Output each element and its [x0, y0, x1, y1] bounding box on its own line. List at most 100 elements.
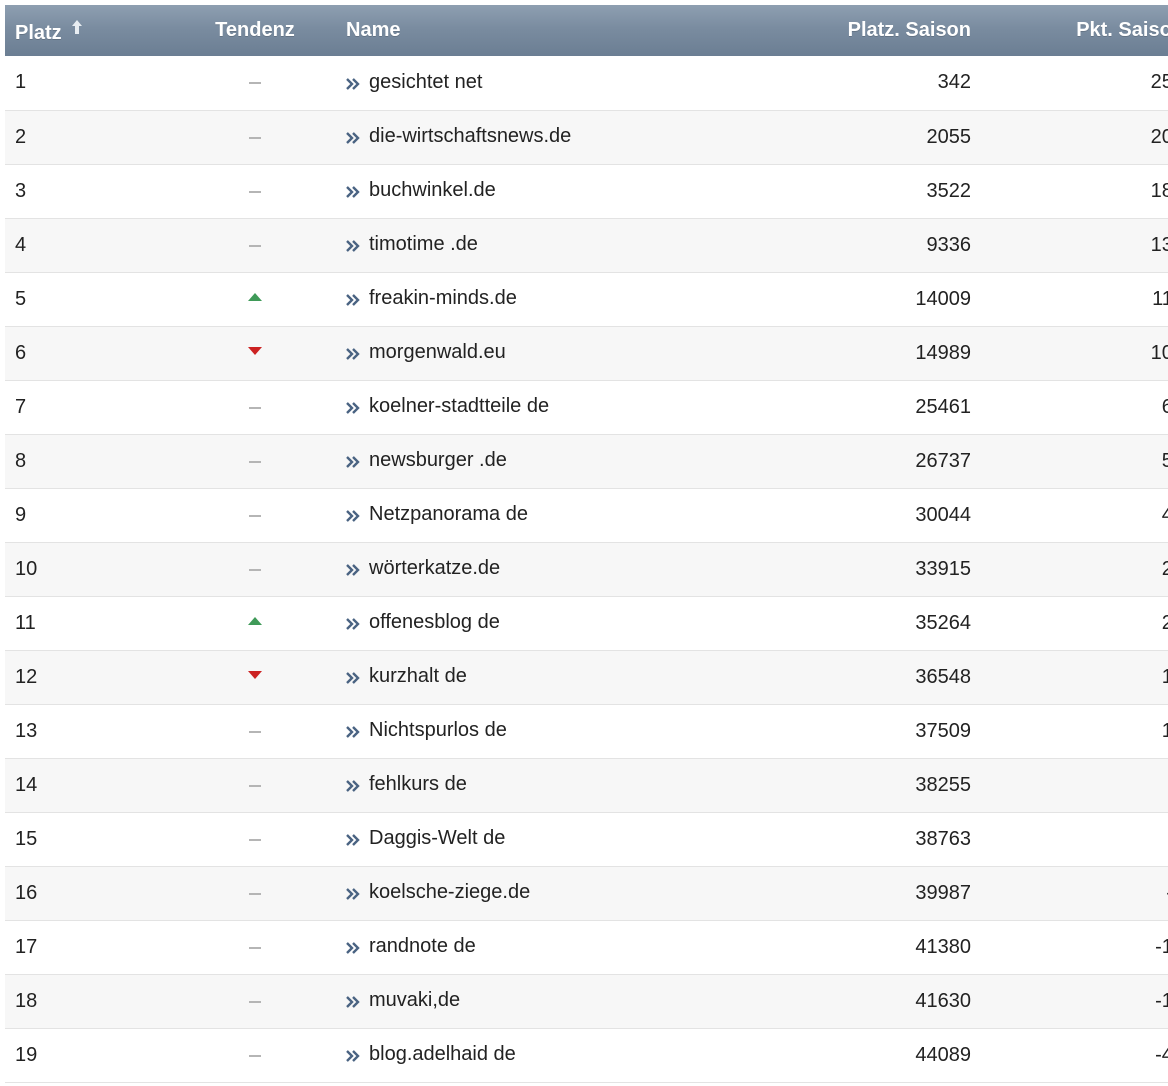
cell-points: 207 — [1150, 125, 1168, 148]
site-name: wörterkatze.de — [369, 556, 501, 579]
cell-platz: 9 — [15, 503, 27, 526]
table-row: 10 wörterkatze.de 33915 27 — [5, 542, 1168, 596]
trend-up-icon — [248, 292, 262, 301]
table-row: 18 muvaki,de 41630 -17 — [5, 974, 1168, 1028]
cell-platz: 2 — [15, 125, 27, 148]
cell-platz: 5 — [15, 287, 27, 310]
site-name: koelner-stadtteile de — [369, 394, 550, 417]
cell-tendenz — [170, 164, 340, 218]
site-link[interactable]: timotime .de — [346, 233, 478, 256]
cell-tendenz — [170, 380, 340, 434]
trend-up-icon — [248, 616, 262, 625]
trend-neutral-icon — [249, 190, 261, 193]
double-chevron-right-icon — [346, 1050, 360, 1063]
cell-platz: 7 — [15, 395, 27, 418]
double-chevron-right-icon — [346, 618, 360, 631]
site-link[interactable]: fehlkurs de — [346, 773, 467, 796]
site-link[interactable]: Netzpanorama de — [346, 503, 528, 526]
column-header-season-rank[interactable]: Platz. Saison — [761, 5, 977, 56]
cell-tendenz — [170, 866, 340, 920]
cell-platz: 16 — [15, 881, 38, 904]
site-link[interactable]: kurzhalt de — [346, 665, 467, 688]
site-name: muvaki,de — [369, 988, 461, 1011]
column-header-tendenz[interactable]: Tendenz — [170, 5, 340, 56]
table-row: 1 gesichtet net 342 258 — [5, 56, 1168, 110]
trend-neutral-icon — [249, 244, 261, 247]
cell-points: 61 — [1161, 395, 1168, 418]
cell-season-rank: 342 — [937, 71, 971, 94]
double-chevron-right-icon — [346, 456, 360, 469]
header-row: Platz Tendenz Name Platz. Saison Pkt. Sa… — [5, 5, 1168, 56]
site-name: Nichtspurlos de — [369, 718, 507, 741]
cell-platz: 11 — [15, 611, 36, 634]
double-chevron-right-icon — [346, 240, 360, 253]
site-link[interactable]: freakin-minds.de — [346, 287, 517, 310]
cell-name: buchwinkel.de — [340, 164, 761, 218]
site-link[interactable]: offenesblog de — [346, 611, 500, 634]
cell-season-rank: 3522 — [926, 179, 972, 202]
double-chevron-right-icon — [346, 510, 360, 523]
table-row: 12 kurzhalt de 36548 15 — [5, 650, 1168, 704]
column-header-points[interactable]: Pkt. Saison — [977, 5, 1168, 56]
double-chevron-right-icon — [346, 132, 360, 145]
trend-neutral-icon — [249, 460, 261, 463]
site-link[interactable]: buchwinkel.de — [346, 179, 496, 202]
trend-neutral-icon — [249, 82, 261, 85]
site-name: blog.adelhaid de — [369, 1042, 516, 1065]
site-link[interactable]: morgenwald.eu — [346, 341, 506, 364]
trend-neutral-icon — [249, 406, 261, 409]
cell-name: wörterkatze.de — [340, 542, 761, 596]
site-name: freakin-minds.de — [369, 286, 517, 309]
cell-season-rank: 41380 — [915, 935, 971, 958]
cell-points: 110 — [1152, 287, 1168, 310]
cell-name: Daggis-Welt de — [340, 812, 761, 866]
column-header-platz-label: Platz — [15, 22, 62, 45]
cell-tendenz — [170, 596, 340, 650]
table-row: 3 buchwinkel.de 3522 186 — [5, 164, 1168, 218]
double-chevron-right-icon — [346, 780, 360, 793]
double-chevron-right-icon — [346, 888, 360, 901]
site-name: fehlkurs de — [369, 772, 467, 795]
site-name: Daggis-Welt de — [369, 826, 506, 849]
site-link[interactable]: blog.adelhaid de — [346, 1043, 516, 1066]
cell-points: 27 — [1161, 557, 1168, 580]
cell-name: morgenwald.eu — [340, 326, 761, 380]
site-link[interactable]: koelsche-ziege.de — [346, 881, 530, 904]
cell-platz: 10 — [15, 557, 38, 580]
cell-platz: 13 — [15, 719, 38, 742]
cell-points: 105 — [1150, 341, 1168, 364]
table-row: 13 Nichtspurlos de 37509 10 — [5, 704, 1168, 758]
trend-neutral-icon — [249, 514, 261, 517]
cell-tendenz — [170, 650, 340, 704]
site-link[interactable]: randnote de — [346, 935, 476, 958]
site-link[interactable]: wörterkatze.de — [346, 557, 500, 580]
table-row: 15 Daggis-Welt de 38763 3 — [5, 812, 1168, 866]
cell-platz: 18 — [15, 989, 38, 1012]
table-row: 9 Netzpanorama de 30044 43 — [5, 488, 1168, 542]
site-link[interactable]: Nichtspurlos de — [346, 719, 507, 742]
column-header-platz[interactable]: Platz — [5, 5, 170, 56]
site-name: offenesblog de — [369, 610, 500, 633]
site-name: koelsche-ziege.de — [369, 880, 531, 903]
cell-name: koelner-stadtteile de — [340, 380, 761, 434]
cell-platz: 17 — [15, 935, 38, 958]
site-link[interactable]: newsburger .de — [346, 449, 507, 472]
cell-season-rank: 37509 — [915, 719, 971, 742]
site-link[interactable]: Daggis-Welt de — [346, 827, 505, 850]
site-link[interactable]: gesichtet net — [346, 71, 482, 94]
site-link[interactable]: muvaki,de — [346, 989, 460, 1012]
table-row: 14 fehlkurs de 38255 6 — [5, 758, 1168, 812]
column-header-name[interactable]: Name — [340, 5, 761, 56]
sort-ascending-arrow-icon[interactable] — [71, 19, 82, 34]
table-row: 16 koelsche-ziege.de 39987 -5 — [5, 866, 1168, 920]
cell-points: -44 — [1155, 1043, 1168, 1066]
site-link[interactable]: die-wirtschaftsnews.de — [346, 125, 571, 148]
site-name: buchwinkel.de — [369, 178, 496, 201]
table-row: 6 morgenwald.eu 14989 105 — [5, 326, 1168, 380]
cell-name: koelsche-ziege.de — [340, 866, 761, 920]
trend-neutral-icon — [249, 892, 261, 895]
cell-season-rank: 25461 — [915, 395, 971, 418]
cell-platz: 12 — [15, 665, 38, 688]
cell-name: newsburger .de — [340, 434, 761, 488]
site-link[interactable]: koelner-stadtteile de — [346, 395, 549, 418]
